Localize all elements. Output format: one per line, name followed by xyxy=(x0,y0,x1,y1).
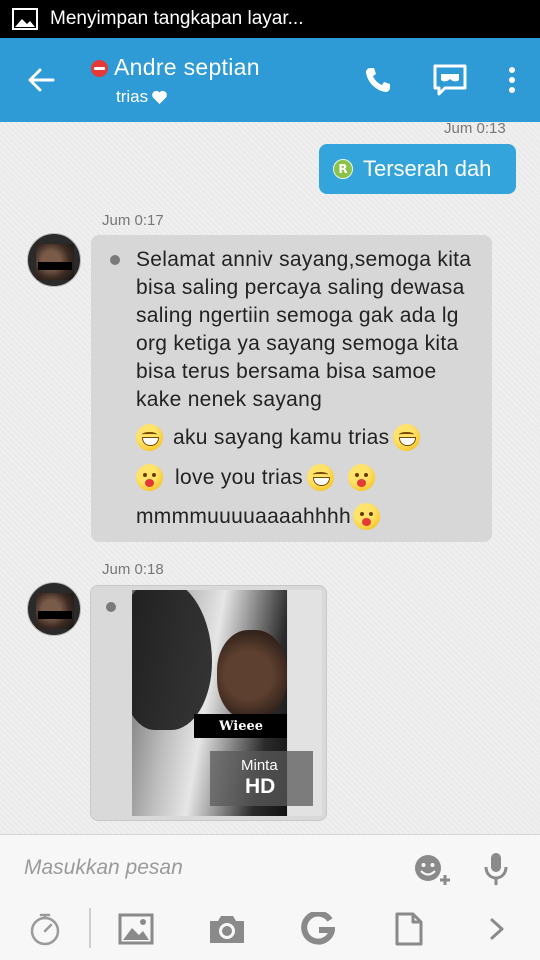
composer-bar xyxy=(0,834,540,900)
request-hd-button[interactable]: Minta HD xyxy=(210,751,313,806)
request-hd-label: Minta xyxy=(241,757,278,774)
google-icon xyxy=(301,912,335,945)
message-timestamp: Jum 0:18 xyxy=(102,561,164,578)
smiley-add-icon xyxy=(415,855,450,885)
voice-note-button[interactable] xyxy=(474,849,518,889)
unread-dot-icon xyxy=(110,255,120,265)
video-chat-button[interactable] xyxy=(428,60,472,100)
chat-mask-icon xyxy=(433,64,467,96)
status-notification-text: Menyimpan tangkapan layar... xyxy=(50,8,304,29)
emoji-line-text: mmmmuuuuaaaahhhh xyxy=(136,504,351,528)
kiss-emoji-icon xyxy=(352,503,380,530)
outgoing-message-text: Terserah dah xyxy=(363,156,492,181)
camera-icon xyxy=(210,916,244,943)
more-vertical-icon xyxy=(509,67,515,93)
grin-emoji-icon xyxy=(136,424,163,451)
document-button[interactable] xyxy=(386,908,432,950)
emoji-line: aku sayang kamu trias xyxy=(136,424,424,451)
message-timestamp: Jum 0:17 xyxy=(102,212,164,229)
heart-icon xyxy=(152,90,167,104)
call-button[interactable] xyxy=(356,60,400,100)
avatar-overlay xyxy=(38,262,72,270)
camera-button[interactable] xyxy=(204,908,250,950)
emoji-button[interactable] xyxy=(410,849,454,889)
chevron-right-icon xyxy=(490,918,504,940)
message-input[interactable] xyxy=(24,853,384,883)
image-notification-icon xyxy=(12,8,38,30)
gallery-icon xyxy=(118,913,154,945)
unread-dot-icon xyxy=(106,602,116,612)
outgoing-message-bubble[interactable]: R Terserah dah xyxy=(319,144,516,194)
gallery-button[interactable] xyxy=(113,908,159,950)
avatar-overlay xyxy=(38,611,72,619)
phone-icon xyxy=(366,68,390,92)
grin-emoji-icon xyxy=(306,464,334,491)
timed-message-button[interactable] xyxy=(22,908,68,950)
photo-shape xyxy=(132,590,212,730)
document-icon xyxy=(395,912,423,946)
contact-subtitle: trias xyxy=(116,87,168,107)
chat-history[interactable]: Jum 0:13 R Terserah dah Jum 0:17 Selamat… xyxy=(0,122,540,834)
timer-icon xyxy=(30,913,60,946)
photo-shape xyxy=(217,630,287,720)
emoji-line-text: aku sayang kamu trias xyxy=(173,425,390,449)
emoji-line-text: love you trias xyxy=(175,465,303,489)
incoming-message-text: Selamat anniv sayang,semoga kita bisa sa… xyxy=(136,248,472,411)
chat-header: Andre septian trias xyxy=(0,38,540,122)
message-timestamp: Jum 0:13 xyxy=(444,122,506,137)
incoming-message-bubble[interactable]: Selamat anniv sayang,semoga kita bisa sa… xyxy=(91,235,492,542)
contact-subtitle-text: trias xyxy=(116,87,149,106)
kiss-emoji-icon xyxy=(136,464,163,491)
hd-label: HD xyxy=(245,775,276,798)
incoming-image-bubble[interactable]: Wieee Minta HD xyxy=(90,585,327,821)
contact-name[interactable]: Andre septian xyxy=(114,54,260,81)
grin-emoji-icon xyxy=(393,424,421,451)
overflow-menu-button[interactable] xyxy=(490,60,534,100)
contact-avatar[interactable] xyxy=(27,582,81,636)
google-search-button[interactable] xyxy=(295,908,341,950)
status-busy-icon xyxy=(91,60,108,77)
toolbar-divider xyxy=(89,908,91,948)
status-bar: Menyimpan tangkapan layar... xyxy=(0,0,540,38)
microphone-icon xyxy=(484,853,508,885)
emoji-line: mmmmuuuuaaaahhhh xyxy=(136,503,384,530)
contact-avatar[interactable] xyxy=(27,233,81,287)
attachment-toolbar xyxy=(0,900,540,960)
more-attachments-button[interactable] xyxy=(474,908,520,950)
back-button[interactable] xyxy=(18,60,64,100)
kiss-emoji-icon xyxy=(347,464,375,491)
read-receipt-badge: R xyxy=(333,159,353,179)
arrow-left-icon xyxy=(28,68,55,92)
emoji-line: love you trias xyxy=(136,464,379,491)
photo-watermark: Wieee xyxy=(194,714,287,738)
